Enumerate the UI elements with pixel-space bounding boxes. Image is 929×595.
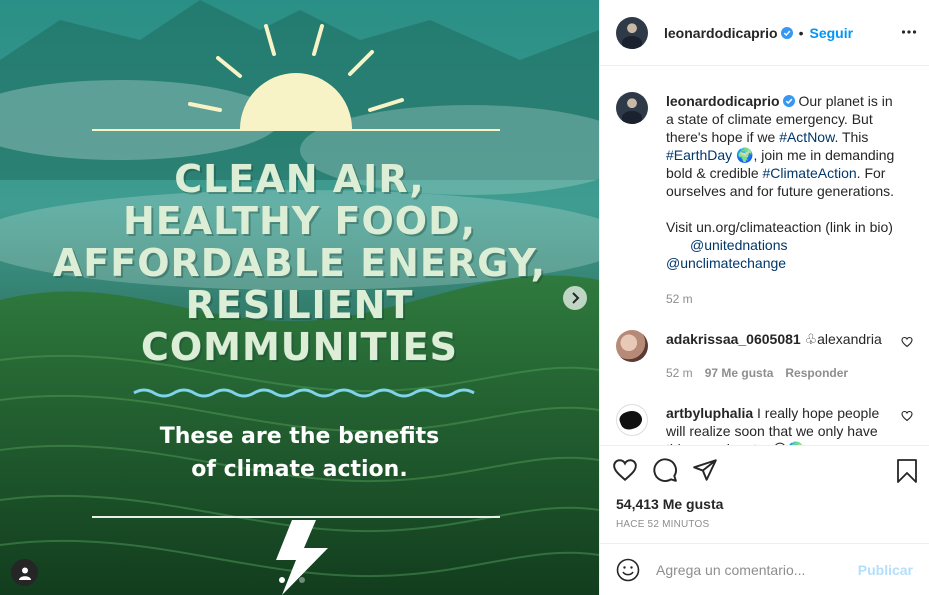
reply-button[interactable]: Responder — [785, 364, 848, 382]
post-time[interactable]: HACE 52 MINUTOS — [600, 515, 929, 543]
user-tags-button[interactable] — [11, 559, 38, 586]
carousel-indicator — [279, 577, 305, 583]
caption-time[interactable]: 52 m — [666, 290, 693, 308]
caption-text: Visit un.org/climateaction (link in bio) — [666, 219, 893, 235]
carousel-dot — [279, 577, 285, 583]
post-image[interactable]: CLEAN AIR, HEALTHY FOOD, AFFORDABLE ENER… — [0, 0, 599, 595]
avatar[interactable] — [616, 16, 648, 49]
action-bar — [600, 445, 929, 493]
post-header: leonardodicaprio • Seguir — [600, 0, 929, 66]
comment-icon — [653, 457, 677, 482]
mention-link[interactable]: @unitednations — [690, 237, 788, 253]
headline-line: AFFORDABLE ENERGY, — [52, 241, 547, 285]
comments-area[interactable]: leonardodicaprio Our planet is in a stat… — [600, 66, 929, 445]
image-subline: These are the benefits of climate action… — [0, 420, 599, 486]
save-button[interactable] — [895, 458, 919, 487]
share-icon — [693, 458, 717, 481]
header-username[interactable]: leonardodicaprio — [664, 25, 778, 41]
comment-button[interactable] — [652, 457, 678, 483]
comment-input[interactable] — [656, 561, 858, 578]
post-panel: leonardodicaprio • Seguir leonardodicapr… — [599, 0, 929, 595]
subline-line: These are the benefits — [159, 424, 440, 449]
comment-likes[interactable]: 97 Me gusta — [705, 364, 774, 382]
comment-body: adakrissaa_0605081 ♧alexandria 52 m 97 M… — [666, 330, 902, 382]
more-options-icon[interactable] — [901, 24, 917, 40]
like-button[interactable] — [612, 457, 638, 483]
headline-line: HEALTHY FOOD, — [122, 199, 477, 243]
verified-badge-icon — [780, 26, 793, 39]
verified-badge-icon — [782, 95, 795, 107]
hashtag-link[interactable]: #ActNow — [779, 129, 834, 145]
chevron-right-icon — [572, 292, 580, 304]
headline-line: CLEAN AIR, — [174, 157, 425, 201]
hashtag-link[interactable]: #ClimateAction — [763, 165, 857, 181]
comment: adakrissaa_0605081 ♧alexandria 52 m 97 M… — [616, 330, 913, 382]
caption-text: . This — [834, 129, 869, 145]
comment-username[interactable]: adakrissaa_0605081 — [666, 331, 801, 347]
carousel-dot — [289, 577, 295, 583]
caption-username[interactable]: leonardodicaprio — [666, 93, 780, 109]
heart-icon[interactable] — [901, 410, 913, 422]
likes-count[interactable]: 54,413 Me gusta — [600, 493, 929, 515]
comment-username[interactable]: artbyluphalia — [666, 405, 753, 421]
comment-time[interactable]: 52 m — [666, 364, 693, 382]
caption: leonardodicaprio Our planet is in a stat… — [616, 92, 913, 308]
carousel-next-button[interactable] — [563, 286, 587, 310]
comment-text: ♧alexandria — [800, 331, 882, 347]
follow-button[interactable]: Seguir — [809, 25, 853, 41]
image-headline: CLEAN AIR, HEALTHY FOOD, AFFORDABLE ENER… — [0, 158, 599, 368]
headline-line: COMMUNITIES — [140, 325, 458, 369]
bookmark-icon — [897, 459, 917, 483]
header-separator: • — [798, 24, 804, 41]
comment: artbyluphalia I really hope people will … — [616, 404, 913, 445]
hashtag-link[interactable]: #EarthDay — [666, 147, 732, 163]
avatar[interactable] — [616, 330, 648, 362]
instagram-post: CLEAN AIR, HEALTHY FOOD, AFFORDABLE ENER… — [0, 0, 929, 595]
post-comment-button[interactable]: Publicar — [858, 562, 913, 578]
heart-icon — [613, 458, 637, 481]
carousel-dot — [299, 577, 305, 583]
user-tag-icon — [18, 567, 31, 580]
mention-link[interactable]: @unclimatechange — [666, 255, 786, 271]
emoji-icon[interactable] — [616, 558, 640, 582]
headline-line: RESILIENT — [185, 283, 414, 327]
avatar[interactable] — [616, 404, 648, 436]
avatar[interactable] — [616, 92, 648, 124]
add-comment-bar: Publicar — [600, 543, 929, 595]
caption-body: leonardodicaprio Our planet is in a stat… — [666, 92, 902, 308]
subline-line: of climate action. — [191, 457, 408, 482]
heart-icon[interactable] — [901, 336, 913, 348]
share-button[interactable] — [692, 457, 718, 483]
comment-body: artbyluphalia I really hope people will … — [666, 404, 902, 445]
